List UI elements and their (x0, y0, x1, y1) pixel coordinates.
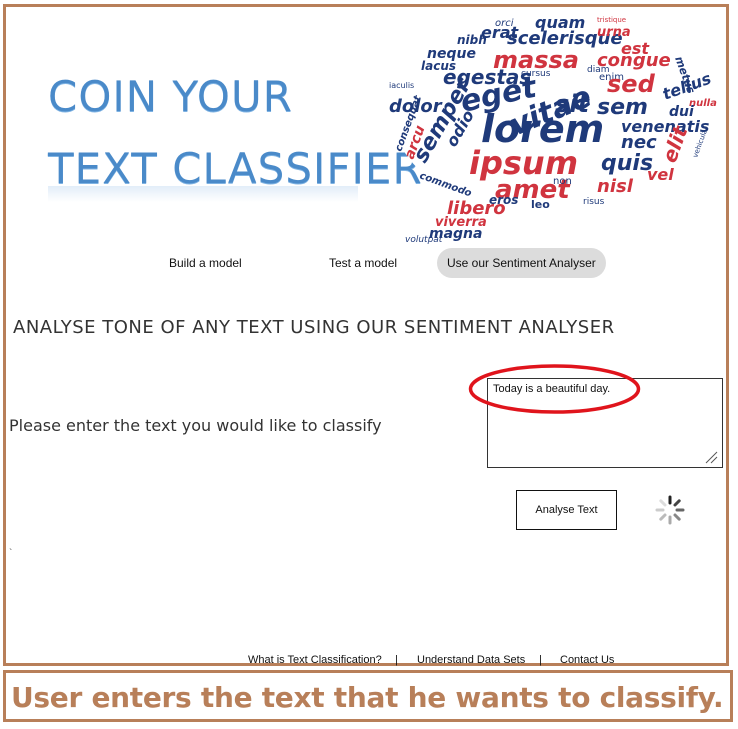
cloud-word: tristique (597, 16, 626, 24)
text-input-label: Please enter the text you would like to … (9, 416, 382, 435)
resize-handle-icon[interactable] (704, 450, 718, 464)
title-reflection (48, 186, 358, 202)
cloud-word: vel (647, 165, 674, 184)
cloud-word: eros (489, 193, 518, 207)
cloud-word: quis (601, 151, 653, 176)
footer-link-what-is[interactable]: What is Text Classification? (248, 654, 382, 666)
stray-mark: ` (9, 548, 13, 559)
cloud-word: risus (583, 197, 605, 207)
cloud-word: iaculis (389, 81, 414, 90)
footer-link-data-sets[interactable]: Understand Data Sets (417, 654, 525, 666)
word-cloud-image: orci quam tristique erat scelerisque urn… (389, 12, 726, 245)
cloud-word: non (553, 176, 572, 187)
highlight-annotation (468, 364, 641, 414)
cloud-word: volutpat (405, 235, 443, 245)
cloud-word: nec (621, 132, 657, 153)
cloud-word: leo (531, 198, 550, 211)
analyse-text-button[interactable]: Analyse Text (516, 490, 617, 530)
nav-build-model[interactable]: Build a model (159, 248, 252, 278)
site-title-line1: COIN YOUR (48, 72, 293, 121)
caption-text: User enters the text that he wants to cl… (11, 681, 724, 714)
cloud-word: sed (607, 70, 656, 98)
cloud-word: nisl (597, 176, 634, 197)
footer-link-contact[interactable]: Contact Us (560, 654, 614, 666)
nav-test-model[interactable]: Test a model (319, 248, 407, 278)
cloud-word: urna (597, 25, 631, 40)
section-title: ANALYSE TONE OF ANY TEXT USING OUR SENTI… (13, 317, 615, 338)
cloud-word: nibh (457, 33, 487, 47)
footer-separator: | (395, 654, 398, 666)
nav-sentiment-analyser[interactable]: Use our Sentiment Analyser (437, 248, 606, 278)
caption-box: User enters the text that he wants to cl… (3, 670, 733, 722)
main-nav: Build a model Test a model Use our Senti… (0, 248, 738, 280)
loading-spinner-icon (655, 495, 685, 525)
footer-separator: | (539, 654, 542, 666)
